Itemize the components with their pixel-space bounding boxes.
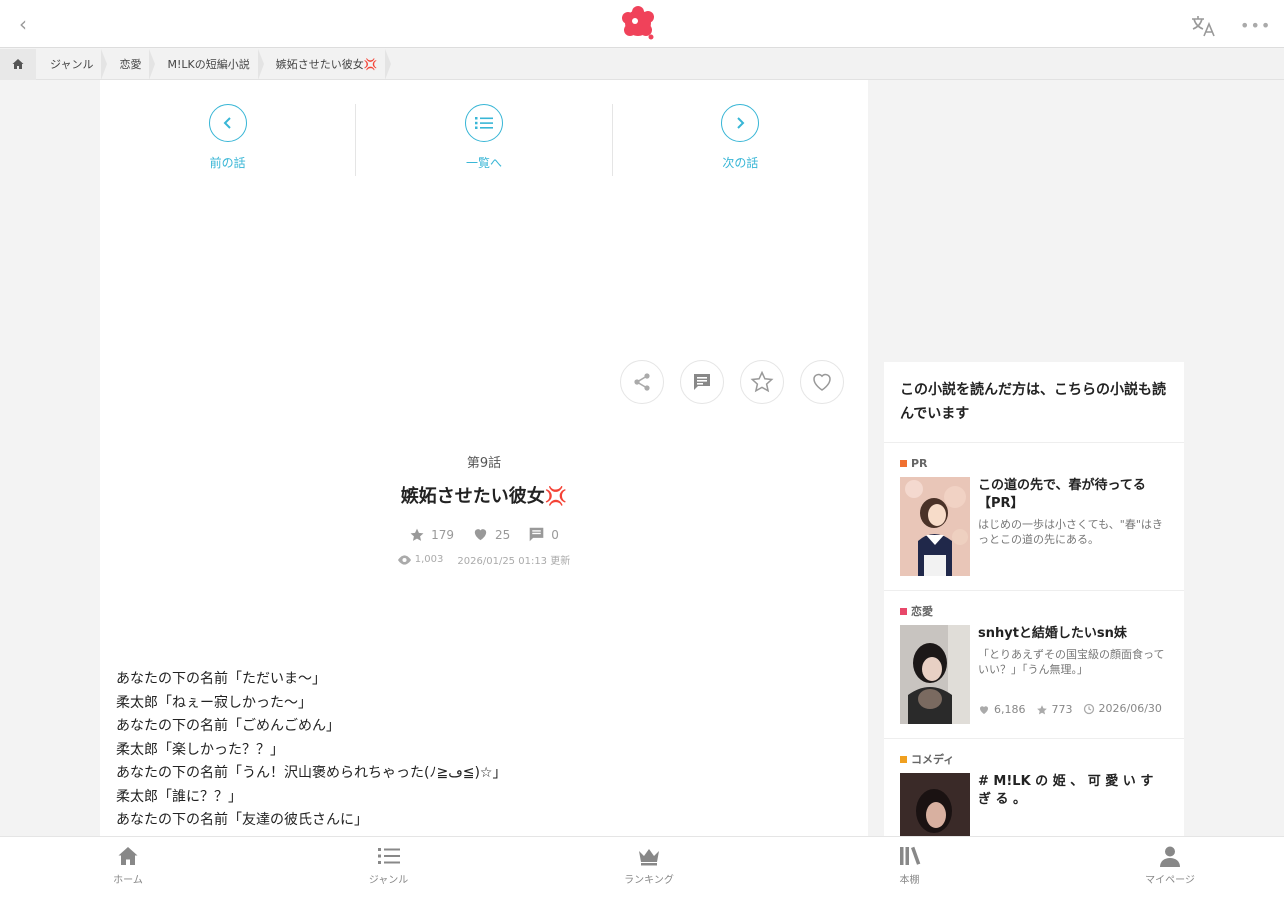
- favorite-button[interactable]: [740, 360, 784, 404]
- nav-ranking-label: ランキング: [624, 875, 674, 886]
- card-thumbnail: [900, 625, 970, 724]
- prev-episode-button[interactable]: 前の話: [100, 104, 355, 176]
- eye-icon: [397, 554, 411, 565]
- episode-list-button[interactable]: 一覧へ: [355, 104, 611, 176]
- breadcrumb-episode: 嫉妬させたい彼女💢: [262, 48, 392, 80]
- recommendation-card[interactable]: PR この道の先で、春が待ってる【PR】 はじめの一歩は小さくても、"春"はきっ…: [884, 443, 1184, 591]
- recommendation-card[interactable]: 恋愛 snhytと結婚したいsn妹 「とりあえずその国宝級の顔面食っていい？」「…: [884, 591, 1184, 739]
- story-line: 柔太郎「楽しかった？？」: [116, 741, 284, 758]
- story-line: 柔太郎「ねぇー寂しかった〜」: [116, 694, 312, 711]
- star-count: 179: [431, 527, 454, 542]
- recommendation-card[interactable]: コメディ # M!LK の 姫 、 可 愛 い す ぎ る 。: [884, 739, 1184, 836]
- episode-nav: 前の話 一覧へ 次の話: [100, 104, 868, 176]
- nav-home-label: ホーム: [113, 875, 143, 886]
- bookshelf-icon: [899, 846, 920, 865]
- share-button[interactable]: [620, 360, 664, 404]
- card-tag: コメディ: [900, 751, 1168, 767]
- logo-icon[interactable]: [620, 6, 658, 42]
- episode-stats: 179 25 0: [100, 526, 868, 543]
- comment-icon: [529, 527, 544, 542]
- more-menu-icon[interactable]: •••: [1240, 14, 1270, 38]
- translate-icon[interactable]: [1190, 14, 1218, 38]
- nav-genre[interactable]: ジャンル: [361, 837, 417, 900]
- nav-mypage[interactable]: マイページ: [1142, 837, 1198, 900]
- chevron-left-icon: [208, 104, 247, 142]
- comment-count: 0: [551, 527, 559, 542]
- home-icon[interactable]: [0, 48, 36, 80]
- nav-bookshelf[interactable]: 本棚: [882, 837, 938, 900]
- card-title: # M!LK の 姫 、 可 愛 い す ぎ る 。: [978, 774, 1154, 807]
- episode-list-label: 一覧へ: [465, 156, 502, 170]
- bottom-nav: ホーム ジャンル ランキング 本棚 マイページ: [0, 836, 1284, 900]
- main-content: 前の話 一覧へ 次の話 第9話 嫉妬させたい彼女💢 179 25 0 1,003…: [100, 80, 868, 836]
- tag-color-marker: [900, 459, 907, 467]
- breadcrumb-novel[interactable]: M!LKの短編小説: [153, 48, 264, 80]
- share-icon: [634, 373, 650, 391]
- breadcrumb-romance[interactable]: 恋愛: [105, 48, 156, 80]
- crown-icon: [639, 849, 659, 866]
- episode-title: 嫉妬させたい彼女💢: [400, 486, 568, 507]
- nav-bookshelf-label: 本棚: [899, 875, 920, 886]
- story-body: あなたの下の名前「ただいま〜」 柔太郎「ねぇー寂しかった〜」 あなたの下の名前「…: [116, 668, 836, 833]
- episode-number: 第9話: [466, 456, 502, 471]
- back-button[interactable]: ‹: [12, 12, 34, 36]
- star-icon: [750, 370, 774, 393]
- card-thumbnail: [900, 773, 970, 836]
- comment-button[interactable]: [680, 360, 724, 404]
- story-line: あなたの下の名前「友達の彼氏さんに」: [116, 812, 368, 828]
- heart-icon: [474, 529, 487, 541]
- nav-ranking[interactable]: ランキング: [621, 837, 677, 900]
- updated-date: 2026/01/25 01:13 更新: [457, 556, 571, 567]
- star-icon: [1036, 704, 1047, 714]
- breadcrumb-genre[interactable]: ジャンル: [36, 48, 108, 80]
- story-line: あなたの下の名前「うん！沢山褒められちゃった(ﾉ≧ڡ≦)☆」: [116, 765, 507, 781]
- list-icon: [377, 848, 400, 864]
- heart-icon: [813, 373, 831, 391]
- card-description: 「とりあえずその国宝級の顔面食っていい？」「うん無理。」: [978, 648, 1165, 676]
- chevron-right-icon: [721, 104, 760, 142]
- card-stats: 6,186 773 2026/06/30: [978, 703, 1168, 716]
- heart-count: 25: [494, 527, 511, 542]
- card-description: はじめの一歩は小さくても、"春"はきっとこの道の先にある。: [978, 518, 1163, 546]
- story-line: あなたの下の名前「ただいま〜」: [116, 671, 326, 687]
- view-count: 1,003: [414, 554, 444, 565]
- home-icon: [118, 847, 138, 865]
- nav-genre-label: ジャンル: [368, 875, 409, 886]
- next-episode-label: 次の話: [722, 156, 759, 170]
- tag-color-marker: [900, 755, 907, 763]
- action-buttons: [620, 360, 844, 404]
- card-title: snhytと結婚したいsn妹: [978, 626, 1127, 641]
- story-line: 柔太郎「誰に？？」: [116, 788, 242, 805]
- like-button[interactable]: [800, 360, 844, 404]
- card-tag: PR: [900, 455, 1168, 471]
- star-icon: [410, 528, 424, 541]
- recommendation-heading: この小説を読んだ方は、こちらの小説も読んでいます: [884, 362, 1184, 443]
- list-icon: [464, 104, 503, 142]
- comment-icon: [694, 374, 710, 390]
- card-title: この道の先で、春が待ってる【PR】: [978, 478, 1146, 511]
- episode-meta: 1,003 2026/01/25 01:13 更新: [100, 552, 868, 567]
- update-icon: [1083, 703, 1094, 715]
- nav-mypage-label: マイページ: [1145, 875, 1195, 886]
- story-line: あなたの下の名前「ごめんごめん」: [116, 718, 340, 734]
- card-tag: 恋愛: [900, 603, 1168, 619]
- nav-home[interactable]: ホーム: [100, 837, 156, 900]
- user-icon: [1160, 846, 1180, 867]
- top-bar: ‹ •••: [0, 0, 1284, 48]
- breadcrumb: ジャンル 恋愛 M!LKの短編小説 嫉妬させたい彼女💢: [0, 48, 1284, 80]
- recommendation-sidebar: この小説を読んだ方は、こちらの小説も読んでいます PR この道の先で、春が待って…: [884, 362, 1184, 836]
- card-thumbnail: [900, 477, 970, 576]
- next-episode-button[interactable]: 次の話: [611, 104, 868, 176]
- tag-color-marker: [900, 607, 907, 615]
- heart-icon: [980, 705, 988, 714]
- prev-episode-label: 前の話: [209, 156, 246, 170]
